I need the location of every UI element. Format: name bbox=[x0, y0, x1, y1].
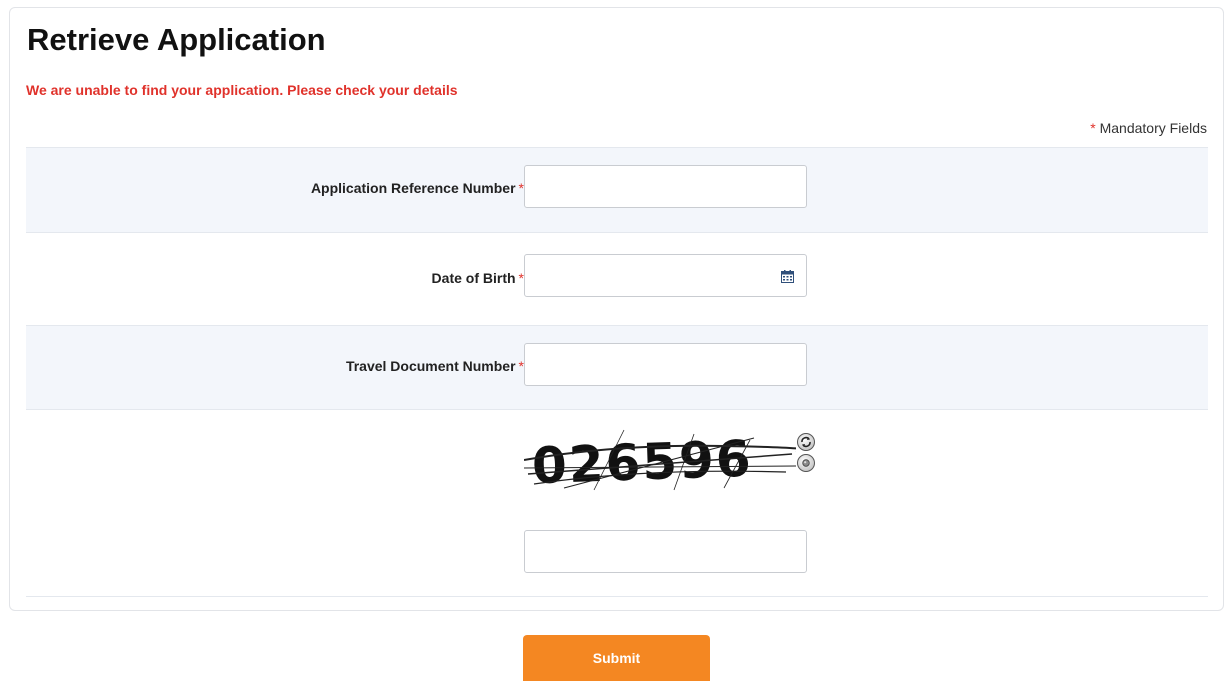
travel-document-label-text: Travel Document Number bbox=[345, 358, 516, 374]
captcha-code: 026596 bbox=[531, 430, 754, 492]
page-title: Retrieve Application bbox=[27, 22, 326, 57]
submit-button[interactable]: Submit bbox=[523, 635, 710, 681]
dob-label: Date of Birth * bbox=[432, 270, 524, 286]
date-of-birth-input[interactable] bbox=[524, 254, 807, 297]
form-row-captcha: 026596 bbox=[26, 409, 1208, 597]
captcha-audio-button[interactable] bbox=[797, 454, 815, 472]
refresh-icon bbox=[801, 436, 811, 448]
captcha-input[interactable] bbox=[524, 530, 807, 573]
mandatory-fields-note: * Mandatory Fields bbox=[1090, 120, 1207, 136]
reference-label-text: Application Reference Number bbox=[310, 180, 516, 196]
reference-number-input[interactable] bbox=[524, 165, 807, 208]
form-row-reference: Application Reference Number * bbox=[26, 147, 1208, 232]
form-row-travel-document: Travel Document Number * bbox=[26, 325, 1208, 409]
mandatory-text: Mandatory Fields bbox=[1099, 120, 1207, 136]
audio-icon bbox=[802, 459, 810, 467]
travel-document-input[interactable] bbox=[524, 343, 807, 386]
calendar-icon[interactable] bbox=[781, 270, 794, 283]
dob-label-text: Date of Birth bbox=[431, 270, 516, 286]
captcha-refresh-button[interactable] bbox=[797, 433, 815, 451]
retrieve-application-card: Retrieve Application We are unable to fi… bbox=[9, 7, 1224, 611]
reference-label: Application Reference Number * bbox=[311, 180, 524, 196]
form-row-dob: Date of Birth * bbox=[26, 232, 1208, 325]
error-message: We are unable to find your application. … bbox=[26, 82, 458, 98]
captcha-image: 026596 bbox=[524, 430, 796, 492]
mandatory-marker: * bbox=[1090, 120, 1096, 136]
travel-document-label: Travel Document Number * bbox=[346, 358, 524, 374]
